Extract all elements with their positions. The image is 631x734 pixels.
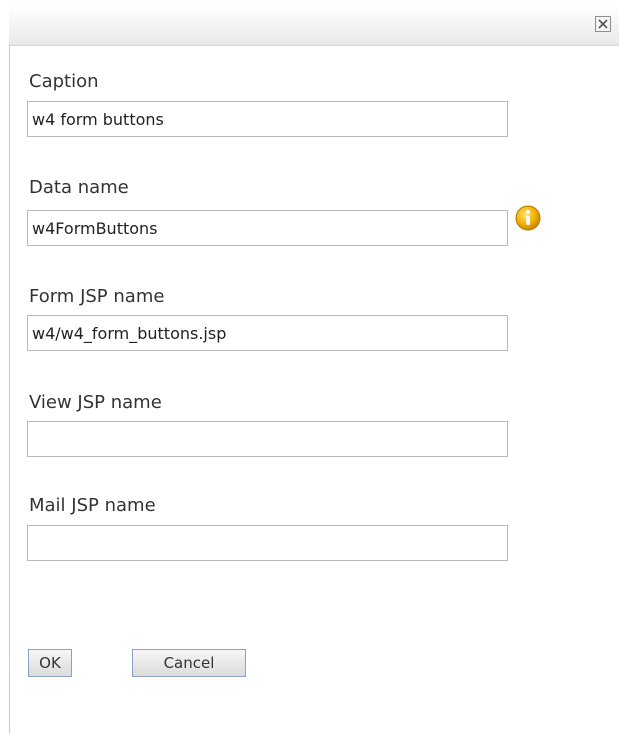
cancel-button[interactable]: Cancel [132, 649, 246, 677]
dialog: Caption Data name Form JSP name View JSP… [0, 0, 631, 734]
caption-label: Caption [29, 71, 99, 92]
mail-jsp-label: Mail JSP name [29, 495, 156, 516]
dialog-border [9, 44, 10, 734]
view-jsp-label: View JSP name [29, 392, 162, 413]
mail-jsp-field[interactable] [27, 525, 508, 561]
view-jsp-field[interactable] [27, 421, 508, 457]
info-icon[interactable] [514, 204, 542, 232]
caption-field[interactable] [27, 101, 508, 137]
form-jsp-label: Form JSP name [29, 286, 165, 307]
data-name-label: Data name [29, 177, 129, 198]
close-icon[interactable] [595, 16, 611, 32]
ok-button[interactable]: OK [28, 649, 72, 677]
dialog-titlebar [9, 5, 619, 46]
data-name-field[interactable] [27, 210, 508, 246]
form-jsp-field[interactable] [27, 315, 508, 351]
